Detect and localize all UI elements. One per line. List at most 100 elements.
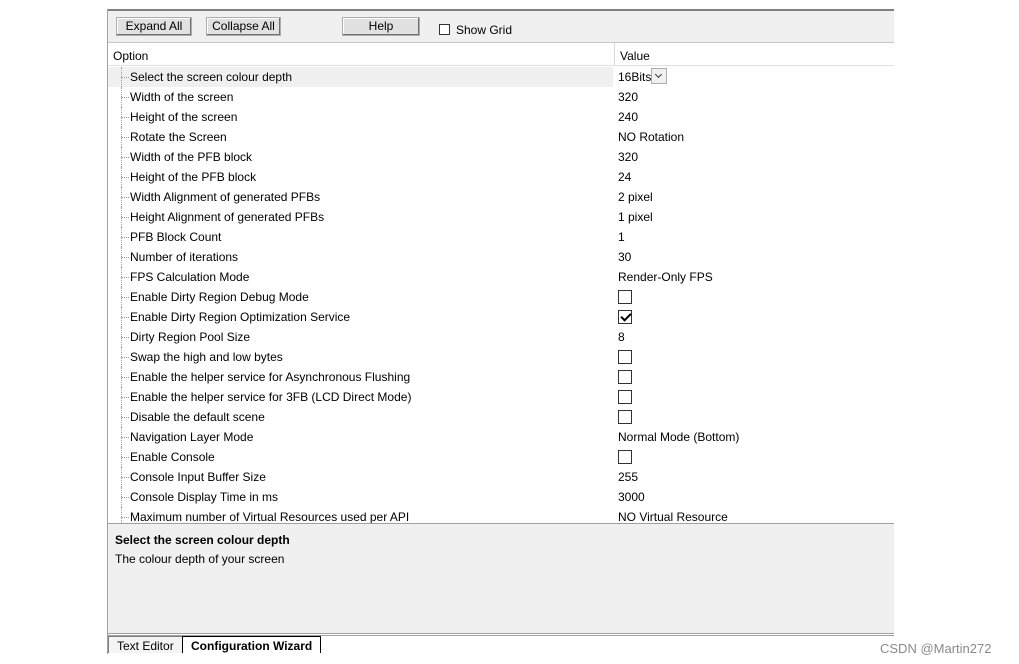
option-name: Maximum number of Virtual Resources used…	[130, 510, 410, 523]
description-pane: Select the screen colour depth The colou…	[108, 523, 894, 634]
table-row[interactable]: Maximum number of Virtual Resources used…	[108, 507, 894, 523]
column-separator[interactable]	[614, 43, 615, 65]
table-row[interactable]: Console Display Time in ms 3000	[108, 487, 894, 507]
table-row[interactable]: Width Alignment of generated PFBs 2 pixel	[108, 187, 894, 207]
option-cell[interactable]: Maximum number of Virtual Resources used…	[108, 507, 613, 523]
option-value[interactable]: 3000	[618, 490, 645, 504]
option-cell[interactable]: Enable Console	[108, 447, 613, 467]
option-value[interactable]: 24	[618, 170, 631, 184]
table-row[interactable]: Height Alignment of generated PFBs 1 pixe…	[108, 207, 894, 227]
option-name: Enable Console	[130, 450, 215, 464]
option-name: Number of iterations	[130, 250, 239, 264]
option-value[interactable]: NO Virtual Resource	[618, 510, 728, 523]
expand-all-button[interactable]: Expand All	[116, 17, 192, 36]
table-row[interactable]: Height of the screen 240	[108, 107, 894, 127]
tree-branch	[121, 477, 129, 478]
tab-text-editor[interactable]: Text Editor	[108, 636, 183, 653]
option-cell[interactable]: Number of iterations	[108, 247, 613, 267]
option-name: FPS Calculation Mode	[130, 270, 250, 284]
option-cell[interactable]: Rotate the Screen	[108, 127, 613, 147]
option-cell[interactable]: Width of the PFB block	[108, 147, 613, 167]
option-cell[interactable]: Navigation Layer Mode	[108, 427, 613, 447]
option-name: Width of the PFB block	[130, 150, 253, 164]
tree-branch	[121, 437, 129, 438]
table-row[interactable]: Enable the helper service for 3FB (LCD D…	[108, 387, 894, 407]
table-row[interactable]: Enable the helper service for Asynchrono…	[108, 367, 894, 387]
option-checkbox[interactable]	[618, 350, 632, 364]
option-checkbox[interactable]	[618, 450, 632, 464]
tree-branch	[121, 397, 129, 398]
option-checkbox[interactable]	[618, 410, 632, 424]
option-cell[interactable]: Width of the screen	[108, 87, 613, 107]
option-name: Width of the screen	[130, 90, 234, 104]
table-row[interactable]: Dirty Region Pool Size 8	[108, 327, 894, 347]
option-value[interactable]: 1 pixel	[618, 210, 653, 224]
option-checkbox[interactable]	[618, 290, 632, 304]
option-name: Width Alignment of generated PFBs	[130, 190, 321, 204]
table-row[interactable]: Enable Dirty Region Optimization Service	[108, 307, 894, 327]
tree-branch	[121, 517, 129, 518]
option-cell[interactable]: FPS Calculation Mode	[108, 267, 613, 287]
option-cell[interactable]: Enable the helper service for 3FB (LCD D…	[108, 387, 613, 407]
table-row[interactable]: Height of the PFB block 24	[108, 167, 894, 187]
chevron-down-icon[interactable]	[651, 68, 667, 84]
option-value[interactable]: Render-Only FPS	[618, 270, 713, 284]
tree-branch	[121, 177, 129, 178]
option-cell[interactable]: PFB Block Count	[108, 227, 613, 247]
tree-branch	[121, 497, 129, 498]
value-column-header[interactable]: Value	[620, 49, 650, 63]
option-cell[interactable]: Enable Dirty Region Debug Mode	[108, 287, 613, 307]
table-row[interactable]: Disable the default scene	[108, 407, 894, 427]
option-cell[interactable]: Console Display Time in ms	[108, 487, 613, 507]
option-cell[interactable]: Height of the PFB block	[108, 167, 613, 187]
table-row[interactable]: Console Input Buffer Size 255	[108, 467, 894, 487]
option-value[interactable]: 16Bits	[618, 70, 651, 84]
option-cell[interactable]: Enable Dirty Region Optimization Service	[108, 307, 613, 327]
tree-branch	[121, 357, 129, 358]
table-row[interactable]: Width of the screen 320	[108, 87, 894, 107]
option-cell[interactable]: Enable the helper service for Asynchrono…	[108, 367, 613, 387]
table-row[interactable]: Swap the high and low bytes	[108, 347, 894, 367]
option-cell[interactable]: Height Alignment of generated PFBs	[108, 207, 613, 227]
option-cell[interactable]: Disable the default scene	[108, 407, 613, 427]
show-grid-checkbox[interactable]	[439, 24, 450, 35]
option-value[interactable]: 2 pixel	[618, 190, 653, 204]
option-value[interactable]: 240	[618, 110, 638, 124]
option-value[interactable]: 30	[618, 250, 631, 264]
option-checkbox[interactable]	[618, 370, 632, 384]
option-cell[interactable]: Dirty Region Pool Size	[108, 327, 613, 347]
option-cell[interactable]: Width Alignment of generated PFBs	[108, 187, 613, 207]
option-cell[interactable]: Select the screen colour depth	[108, 67, 613, 87]
option-value[interactable]: 8	[618, 330, 625, 344]
option-name: Rotate the Screen	[130, 130, 227, 144]
table-row[interactable]: Width of the PFB block 320	[108, 147, 894, 167]
option-checkbox[interactable]	[618, 390, 632, 404]
table-row[interactable]: Enable Dirty Region Debug Mode	[108, 287, 894, 307]
option-name: Console Input Buffer Size	[130, 470, 266, 484]
option-name: Enable Dirty Region Optimization Service	[130, 310, 351, 324]
option-checkbox[interactable]	[618, 310, 632, 324]
option-cell[interactable]: Console Input Buffer Size	[108, 467, 613, 487]
option-value[interactable]: 320	[618, 150, 638, 164]
collapse-all-button[interactable]: Collapse All	[206, 17, 281, 36]
help-button[interactable]: Help	[342, 17, 420, 36]
table-row[interactable]: FPS Calculation Mode Render-Only FPS	[108, 267, 894, 287]
option-value[interactable]: 1	[618, 230, 625, 244]
option-value[interactable]: NO Rotation	[618, 130, 684, 144]
table-row[interactable]: Select the screen colour depth 16Bits	[108, 67, 894, 87]
option-value[interactable]: 320	[618, 90, 638, 104]
option-cell[interactable]: Swap the high and low bytes	[108, 347, 613, 367]
option-cell[interactable]: Height of the screen	[108, 107, 613, 127]
tree-branch	[121, 77, 129, 78]
table-row[interactable]: Number of iterations 30	[108, 247, 894, 267]
option-value[interactable]: 255	[618, 470, 638, 484]
tree-branch	[121, 157, 129, 158]
option-value[interactable]: Normal Mode (Bottom)	[618, 430, 739, 444]
table-row[interactable]: Enable Console	[108, 447, 894, 467]
tab-configuration-wizard[interactable]: Configuration Wizard	[182, 636, 322, 653]
table-row[interactable]: Navigation Layer Mode Normal Mode (Bottom…	[108, 427, 894, 447]
option-name: Height of the screen	[130, 110, 238, 124]
table-row[interactable]: Rotate the Screen NO Rotation	[108, 127, 894, 147]
option-column-header[interactable]: Option	[113, 49, 148, 63]
table-row[interactable]: PFB Block Count 1	[108, 227, 894, 247]
